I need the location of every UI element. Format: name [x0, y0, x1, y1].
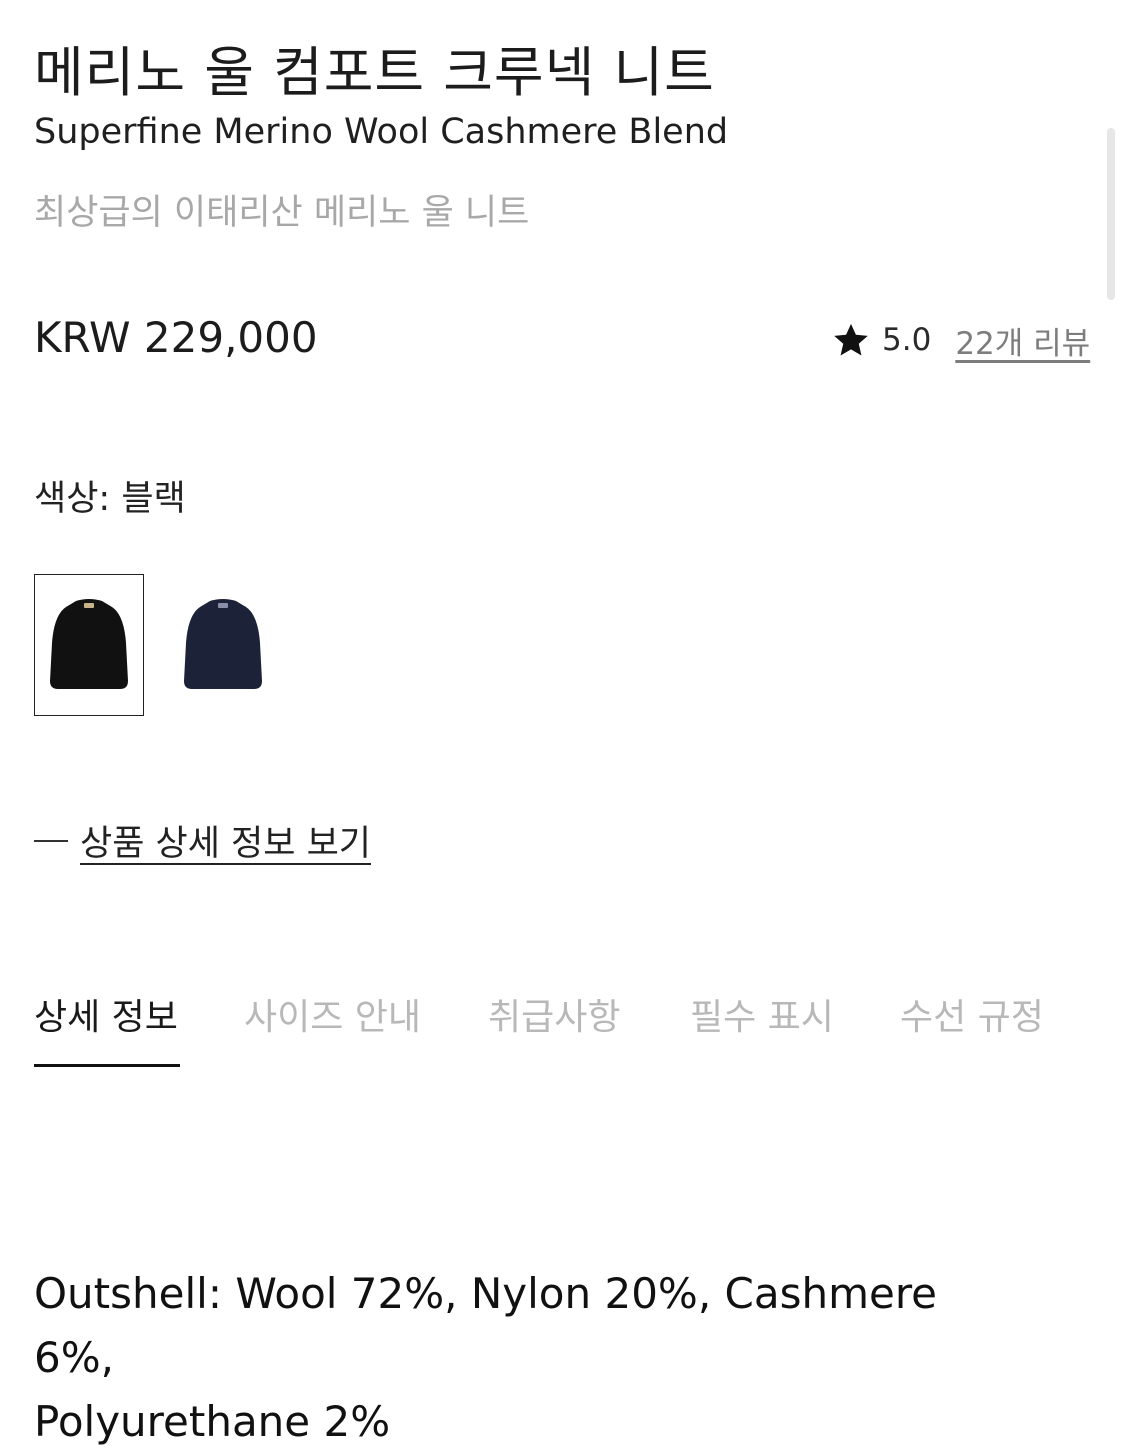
material-composition: Outshell: Wool 72%, Nylon 20%, Cashmere …: [34, 1262, 994, 1454]
tab-details[interactable]: 상세 정보: [34, 988, 178, 1040]
active-tab-indicator: [34, 1064, 180, 1067]
composition-line-2: Polyurethane 2%: [34, 1397, 391, 1446]
black-sweater-icon: [50, 599, 128, 689]
tab-repair-policy[interactable]: 수선 규정: [900, 988, 1044, 1040]
tab-required-info[interactable]: 필수 표시: [690, 988, 834, 1040]
collapse-dash-icon: [34, 839, 68, 842]
tab-size-guide[interactable]: 사이즈 안내: [244, 988, 421, 1040]
product-detail-link[interactable]: 상품 상세 정보 보기: [80, 815, 371, 866]
color-swatch-navy[interactable]: [168, 574, 278, 716]
navy-sweater-icon: [184, 599, 262, 689]
product-tagline: 최상급의 이태리산 메리노 울 니트: [34, 193, 530, 233]
product-subtitle: Superfine Merino Wool Cashmere Blend: [34, 112, 729, 152]
scrollbar[interactable]: [1107, 128, 1115, 300]
product-price: KRW 229,000: [34, 313, 318, 362]
product-title: 메리노 울 컴포트 크루넥 니트: [34, 41, 715, 104]
rating-summary: 5.0 22개 리뷰: [832, 318, 1090, 362]
star-icon: [834, 323, 868, 356]
tab-care[interactable]: 취급사항: [488, 988, 620, 1040]
rating-score: 5.0: [882, 322, 932, 358]
product-detail-toggle[interactable]: 상품 상세 정보 보기: [34, 815, 371, 866]
reviews-link[interactable]: 22개 리뷰: [955, 318, 1090, 363]
color-swatch-black[interactable]: [34, 574, 144, 716]
composition-line-1: Outshell: Wool 72%, Nylon 20%, Cashmere …: [34, 1269, 938, 1382]
color-label: 색상: 블랙: [34, 479, 186, 519]
